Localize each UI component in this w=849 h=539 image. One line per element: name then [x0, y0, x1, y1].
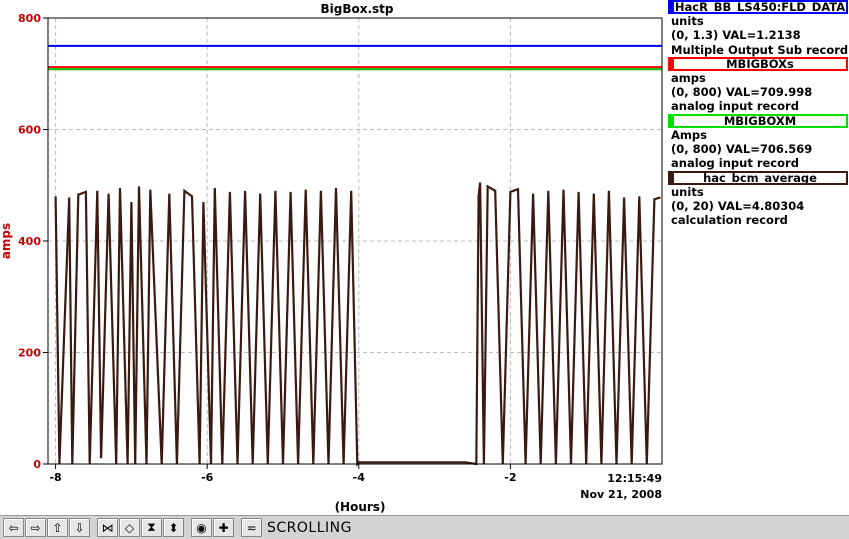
scroll-mode-icon[interactable]: ≂: [241, 518, 262, 537]
chart-title: BigBox.stp: [320, 2, 393, 16]
arrow-down-icon[interactable]: ⇩: [69, 518, 90, 537]
y-tick-label: 0: [33, 458, 41, 471]
legend-entry-mbigboxs[interactable]: MBIGBOXs amps (0, 800) VAL=709.998 analo…: [668, 56, 849, 114]
date-label: Nov 21, 2008: [580, 488, 662, 501]
legend-range: (0, 1.3) VAL=1.2138: [671, 28, 801, 43]
series-layer: [48, 44, 662, 467]
zoom-out-x-icon[interactable]: ◇: [119, 518, 140, 537]
legend-record-type: analog input record: [671, 156, 799, 171]
series-line-hac-bcm-average: [54, 182, 661, 467]
arrow-up-icon[interactable]: ⇧: [47, 518, 68, 537]
legend-record-type: calculation record: [671, 213, 788, 228]
x-tick-label: -6: [201, 471, 214, 484]
arrow-left-icon[interactable]: ⇦: [3, 518, 24, 537]
legend-range: (0, 800) VAL=709.998: [671, 85, 813, 100]
chart-plot: BigBox.stp -8 -6 -4 -2 0 200 400 600 800 amps (H…: [0, 2, 663, 514]
legend-entry-mbigboxm[interactable]: MBIGBOXM Amps (0, 800) VAL=706.569 analo…: [668, 113, 849, 171]
y-tick-label: 400: [18, 235, 41, 248]
legend-series-name[interactable]: HacR_BB_LS450:FLD_DATA: [668, 0, 848, 14]
y-tick-label: 200: [18, 347, 41, 360]
time-label: 12:15:49: [607, 472, 662, 485]
y-tick-label: 800: [18, 12, 41, 25]
legend-entry-hac-bcm-average[interactable]: hac_bcm_average units (0, 20) VAL=4.8030…: [668, 170, 849, 228]
zoom-out-y-icon[interactable]: ⬍: [163, 518, 184, 537]
legend-units: Amps: [671, 127, 707, 142]
x-axis-label: (Hours): [335, 500, 386, 514]
legend-record-type: analog input record: [671, 99, 799, 114]
legend-units: amps: [671, 70, 706, 85]
legend-entry-fld-data[interactable]: HacR_BB_LS450:FLD_DATA units (0, 1.3) VA…: [668, 0, 849, 57]
legend-range: (0, 20) VAL=4.80304: [671, 198, 805, 213]
x-tick-label: -8: [49, 471, 61, 484]
y-tick-label: 600: [18, 124, 41, 137]
zoom-in-y-icon[interactable]: ⧗: [141, 518, 162, 537]
legend-series-name[interactable]: MBIGBOXs: [668, 56, 848, 71]
cross-icon[interactable]: ✚: [213, 518, 234, 537]
legend-units: units: [671, 14, 704, 28]
toolbar: ⇦ ⇨ ⇧ ⇩ ⋈ ◇ ⧗ ⬍ ◉ ✚ ≂ SCROLLING: [0, 515, 849, 539]
legend-series-name[interactable]: hac_bcm_average: [668, 170, 848, 185]
scroll-status: SCROLLING: [267, 519, 352, 536]
arrow-right-icon[interactable]: ⇨: [25, 518, 46, 537]
legend: HacR_BB_LS450:FLD_DATA units (0, 1.3) VA…: [668, 0, 849, 228]
x-tick-label: -2: [504, 471, 516, 484]
legend-units: units: [671, 184, 704, 199]
legend-range: (0, 800) VAL=706.569: [671, 142, 813, 157]
x-tick-label: -4: [353, 471, 366, 484]
legend-series-name[interactable]: MBIGBOXM: [668, 113, 848, 128]
zoom-reset-icon[interactable]: ◉: [191, 518, 212, 537]
zoom-in-x-icon[interactable]: ⋈: [97, 518, 118, 537]
legend-record-type: Multiple Output Sub record: [671, 42, 849, 57]
y-axis-label: amps: [0, 223, 13, 259]
